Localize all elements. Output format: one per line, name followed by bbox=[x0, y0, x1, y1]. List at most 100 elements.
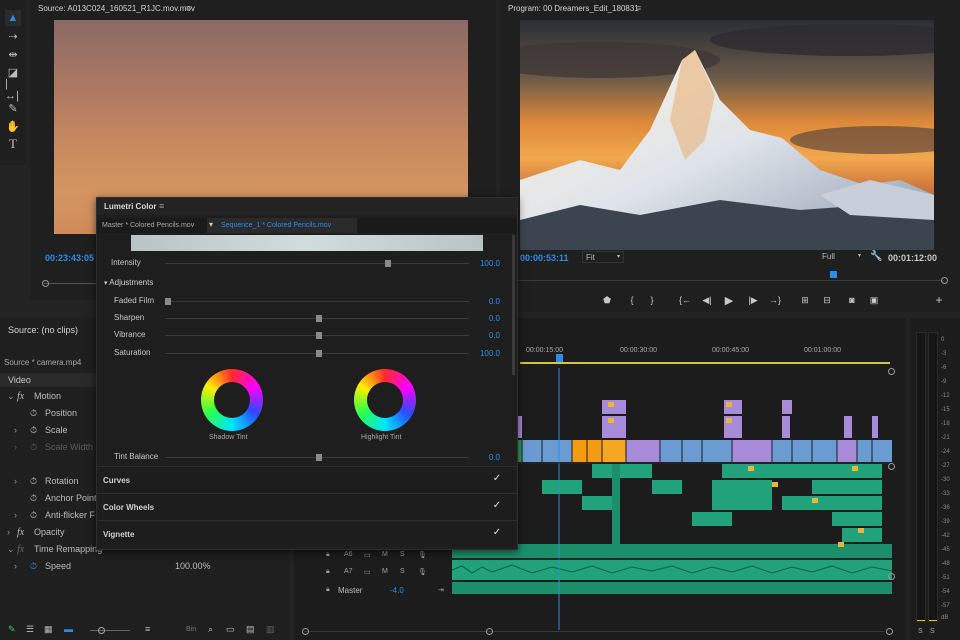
highlight-tint-wheel[interactable] bbox=[354, 369, 416, 431]
curves-section[interactable]: Curves ✓ bbox=[97, 466, 517, 492]
selection-tool-icon[interactable]: ▲ bbox=[5, 10, 21, 26]
sequence-clip-tab[interactable]: ▾ Sequence_1 * Colored Pencils.mov bbox=[207, 218, 357, 233]
effect-controls-title[interactable]: Source: (no clips) bbox=[8, 325, 78, 335]
stopwatch-icon[interactable]: ⏱ bbox=[30, 510, 37, 521]
lumetri-scrollbar[interactable] bbox=[512, 235, 515, 375]
tint-balance-value[interactable]: 0.0 bbox=[489, 453, 500, 462]
new-bin-icon[interactable]: ▭ bbox=[226, 624, 235, 635]
program-timecode[interactable]: 00:00:53:11 bbox=[520, 253, 569, 263]
mute-button[interactable]: M bbox=[382, 568, 388, 575]
type-tool-icon[interactable]: T bbox=[5, 136, 21, 152]
lock-icon[interactable]: 🔒︎ bbox=[326, 568, 330, 576]
play-icon[interactable]: ▶ bbox=[722, 293, 736, 307]
lift-icon[interactable]: ⊞ bbox=[798, 293, 812, 307]
sync-icon[interactable]: ▭ bbox=[364, 551, 371, 559]
lock-icon[interactable]: 🔒︎ bbox=[326, 586, 330, 594]
track-header-a7[interactable]: 🔒︎ A7 ▭ M S 🎙︎ bbox=[324, 568, 454, 584]
lumetri-title[interactable]: Lumetri Color bbox=[104, 202, 156, 211]
sync-icon[interactable]: ▭ bbox=[364, 568, 371, 576]
faded-film-value[interactable]: 0.0 bbox=[489, 297, 500, 306]
source-timecode[interactable]: 00:23:43:05 bbox=[45, 253, 94, 263]
stopwatch-icon[interactable]: ⏱ bbox=[30, 408, 37, 419]
pencil-icon[interactable]: ✎ bbox=[8, 624, 16, 635]
zoom-slider[interactable] bbox=[90, 630, 130, 631]
track-header-master[interactable]: 🔒︎ Master -4.0 ⇥ bbox=[324, 586, 454, 602]
timeline-ruler[interactable]: 00:00:15:00 00:00:30:00 00:00:45:00 00:0… bbox=[520, 342, 890, 364]
faded-film-slider[interactable] bbox=[165, 298, 469, 305]
ripple-edit-tool-icon[interactable]: ⇹ bbox=[5, 46, 21, 62]
tint-balance-slider[interactable] bbox=[165, 454, 469, 461]
saturation-value[interactable]: 100.0 bbox=[480, 349, 500, 358]
source-monitor-title[interactable]: Source: A013C024_160521_R1JC.mov.mov bbox=[38, 4, 195, 13]
look-preview[interactable] bbox=[131, 235, 483, 251]
go-to-in-icon[interactable]: {← bbox=[678, 293, 692, 307]
slider-thumb[interactable] bbox=[385, 260, 391, 267]
vignette-checkbox[interactable]: ✓ bbox=[491, 527, 503, 539]
slider-thumb[interactable] bbox=[316, 315, 322, 322]
mic-icon[interactable]: 🎙︎ bbox=[418, 568, 427, 576]
camera-icon[interactable]: ◙ bbox=[845, 293, 859, 307]
solo-button[interactable]: S bbox=[400, 568, 405, 575]
timeline-scroll-start[interactable] bbox=[302, 628, 309, 635]
step-forward-icon[interactable]: |▶ bbox=[746, 293, 760, 307]
ruler-playhead-icon[interactable] bbox=[556, 354, 563, 362]
mark-out-icon[interactable]: } bbox=[645, 293, 659, 307]
stopwatch-icon[interactable]: ⏱ bbox=[30, 425, 37, 436]
track-select-tool-icon[interactable]: ⇢ bbox=[5, 28, 21, 44]
wrench-icon[interactable]: 🔧 bbox=[870, 251, 882, 262]
menu-icon[interactable]: ≡ bbox=[186, 3, 191, 13]
vibrance-slider[interactable] bbox=[165, 332, 469, 339]
stopwatch-icon[interactable]: ⏱ bbox=[30, 493, 37, 504]
master-clip-tab[interactable]: Master * Colored Pencils.mov bbox=[102, 222, 194, 229]
hand-tool-icon[interactable]: ✋ bbox=[5, 118, 21, 134]
intensity-value[interactable]: 100.0 bbox=[480, 259, 500, 268]
slider-thumb[interactable] bbox=[316, 454, 322, 461]
zoom-thumb[interactable] bbox=[98, 627, 105, 634]
slider-thumb[interactable] bbox=[316, 332, 322, 339]
mute-button[interactable]: M bbox=[382, 551, 388, 558]
shadow-tint-wheel[interactable] bbox=[201, 369, 263, 431]
vignette-section[interactable]: Vignette ✓ bbox=[97, 520, 517, 546]
sharpen-slider[interactable] bbox=[165, 315, 469, 322]
color-wheels-section[interactable]: Color Wheels ✓ bbox=[97, 493, 517, 519]
source-scrubber-start[interactable] bbox=[42, 280, 49, 287]
go-to-end-icon[interactable]: ⇥ bbox=[438, 586, 444, 594]
menu-icon[interactable]: ≡ bbox=[159, 201, 164, 211]
solo-left[interactable]: S bbox=[918, 628, 923, 635]
freeform-view-icon[interactable]: ▬ bbox=[64, 624, 73, 634]
list-view-icon[interactable]: ☰ bbox=[26, 624, 34, 635]
timeline-scroll-mid[interactable] bbox=[486, 628, 493, 635]
program-scrubber-end[interactable] bbox=[941, 277, 948, 284]
menu-icon[interactable]: ≡ bbox=[636, 3, 641, 13]
slip-tool-icon[interactable]: |↔| bbox=[5, 78, 21, 102]
slider-thumb[interactable] bbox=[165, 298, 171, 305]
add-button-icon[interactable]: + bbox=[932, 293, 946, 307]
add-marker-icon[interactable]: ⬟ bbox=[600, 293, 614, 307]
intensity-slider[interactable] bbox=[165, 260, 469, 267]
icon-view-icon[interactable]: ▦ bbox=[44, 624, 53, 635]
timeline-vertical-scroll-bottom[interactable] bbox=[888, 573, 895, 580]
speed-value[interactable]: 100.00% bbox=[175, 561, 211, 571]
compare-icon[interactable]: ▣ bbox=[867, 293, 881, 307]
slider-thumb[interactable] bbox=[316, 350, 322, 357]
fit-dropdown[interactable]: Fit ▾ bbox=[582, 251, 624, 263]
vibrance-value[interactable]: 0.0 bbox=[489, 331, 500, 340]
stopwatch-icon[interactable]: ⏱ bbox=[30, 561, 37, 572]
step-back-icon[interactable]: ◀| bbox=[700, 293, 714, 307]
curves-checkbox[interactable]: ✓ bbox=[491, 473, 503, 485]
track-header-a6[interactable]: 🔒︎ A6 ▭ M S 🎙︎ bbox=[324, 551, 454, 567]
extract-icon[interactable]: ⊟ bbox=[820, 293, 834, 307]
timeline-horizontal-scrollbar[interactable] bbox=[304, 631, 884, 632]
adjustments-header[interactable]: ▾ Adjustments bbox=[104, 278, 153, 287]
work-area-bar[interactable] bbox=[520, 362, 890, 364]
master-volume[interactable]: -4.0 bbox=[390, 586, 404, 595]
playhead-marker[interactable] bbox=[830, 271, 837, 278]
stopwatch-icon[interactable]: ⏱ bbox=[30, 476, 37, 487]
speed-row[interactable]: › ⏱ Speed 100.00% bbox=[0, 561, 290, 577]
sharpen-value[interactable]: 0.0 bbox=[489, 314, 500, 323]
mark-in-icon[interactable]: { bbox=[625, 293, 639, 307]
mic-icon[interactable]: 🎙︎ bbox=[418, 551, 427, 559]
lock-icon[interactable]: 🔒︎ bbox=[326, 551, 330, 559]
timeline-scroll-end[interactable] bbox=[886, 628, 893, 635]
program-scrubber[interactable] bbox=[514, 280, 944, 281]
